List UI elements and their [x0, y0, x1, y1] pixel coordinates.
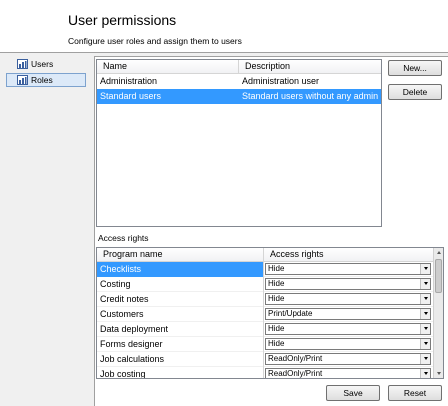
delete-button-label: Delete — [402, 87, 428, 97]
chevron-down-icon[interactable] — [420, 323, 430, 334]
page-subtitle: Configure user roles and assign them to … — [68, 36, 242, 46]
table-row[interactable]: Credit notes Hide — [97, 291, 443, 307]
chevron-down-icon[interactable] — [420, 263, 430, 274]
reset-button[interactable]: Reset — [388, 385, 442, 401]
chevron-down-icon[interactable] — [420, 338, 430, 349]
column-header-description[interactable]: Description — [239, 60, 381, 73]
save-button[interactable]: Save — [326, 385, 380, 401]
access-rights-select[interactable]: Hide — [265, 277, 431, 292]
access-rights-select[interactable]: Print/Update — [265, 307, 431, 322]
table-row[interactable]: Standard users Standard users without an… — [97, 89, 381, 104]
scroll-up-icon[interactable] — [434, 248, 443, 257]
program-name: Data deployment — [97, 321, 264, 337]
sidebar-item-label: Roles — [31, 75, 53, 85]
scroll-down-icon[interactable] — [434, 369, 443, 378]
access-rights-value: Hide — [268, 293, 285, 303]
access-rights-value: Hide — [268, 323, 285, 333]
table-row[interactable]: Forms designer Hide — [97, 336, 443, 352]
table-row[interactable]: Data deployment Hide — [97, 321, 443, 337]
access-rights-grid: Program name Access rights Checklists Hi… — [96, 247, 444, 379]
access-rights-value: ReadOnly/Print — [268, 368, 323, 378]
access-rights-select[interactable]: ReadOnly/Print — [265, 367, 431, 378]
chevron-down-icon[interactable] — [420, 353, 430, 364]
table-row[interactable]: Administration Administration user — [97, 74, 381, 89]
table-row[interactable]: Customers Print/Update — [97, 306, 443, 322]
program-name: Checklists — [97, 261, 264, 277]
table-row[interactable]: Job calculations ReadOnly/Print — [97, 351, 443, 367]
program-name: Forms designer — [97, 336, 264, 352]
role-description: Standard users without any admin — [242, 91, 379, 101]
program-name: Job costing — [97, 366, 264, 378]
access-rights-select[interactable]: Hide — [265, 262, 431, 277]
column-header-access-rights[interactable]: Access rights — [264, 248, 443, 261]
role-name: Standard users — [100, 91, 162, 101]
chevron-down-icon[interactable] — [420, 308, 430, 319]
table-row[interactable]: Checklists Hide — [97, 261, 443, 277]
program-name: Costing — [97, 276, 264, 292]
delete-role-button[interactable]: Delete — [388, 84, 442, 100]
program-name: Job calculations — [97, 351, 264, 367]
access-rights-select[interactable]: Hide — [265, 337, 431, 352]
column-header-name[interactable]: Name — [97, 60, 239, 73]
role-description: Administration user — [242, 76, 320, 86]
access-rights-value: Hide — [268, 278, 285, 288]
access-rights-label: Access rights — [98, 233, 149, 243]
new-button-label: New... — [403, 63, 427, 73]
roles-grid: Name Description Administration Administ… — [96, 59, 382, 227]
access-rights-select[interactable]: ReadOnly/Print — [265, 352, 431, 367]
role-name: Administration — [100, 76, 158, 86]
page-title: User permissions — [68, 12, 177, 28]
roles-grid-header: Name Description — [97, 60, 381, 74]
chevron-down-icon[interactable] — [420, 368, 430, 378]
save-button-label: Save — [343, 388, 363, 398]
program-name: Customers — [97, 306, 264, 322]
access-rights-value: Print/Update — [268, 308, 313, 318]
chevron-down-icon[interactable] — [420, 293, 430, 304]
program-name: Credit notes — [97, 291, 264, 307]
sidebar-item-users[interactable]: Users — [6, 57, 86, 71]
table-row[interactable]: Costing Hide — [97, 276, 443, 292]
access-rights-select[interactable]: Hide — [265, 292, 431, 307]
access-rights-grid-header: Program name Access rights — [97, 248, 443, 262]
access-rights-value: Hide — [268, 338, 285, 348]
users-icon — [17, 59, 28, 69]
scrollbar-thumb[interactable] — [435, 259, 442, 293]
access-rights-value: ReadOnly/Print — [268, 353, 323, 363]
access-rights-value: Hide — [268, 263, 285, 273]
sidebar-item-label: Users — [31, 59, 54, 69]
new-role-button[interactable]: New... — [388, 60, 442, 76]
access-rights-select[interactable]: Hide — [265, 322, 431, 337]
roles-icon — [17, 75, 28, 85]
sidebar-nav: Users Roles — [6, 57, 86, 89]
table-row[interactable]: Job costing ReadOnly/Print — [97, 366, 443, 378]
vertical-scrollbar[interactable] — [433, 248, 443, 378]
page-header: User permissions Configure user roles an… — [0, 0, 448, 53]
sidebar-item-roles[interactable]: Roles — [6, 73, 86, 87]
chevron-down-icon[interactable] — [420, 278, 430, 289]
reset-button-label: Reset — [403, 388, 427, 398]
column-header-program-name[interactable]: Program name — [97, 248, 264, 261]
